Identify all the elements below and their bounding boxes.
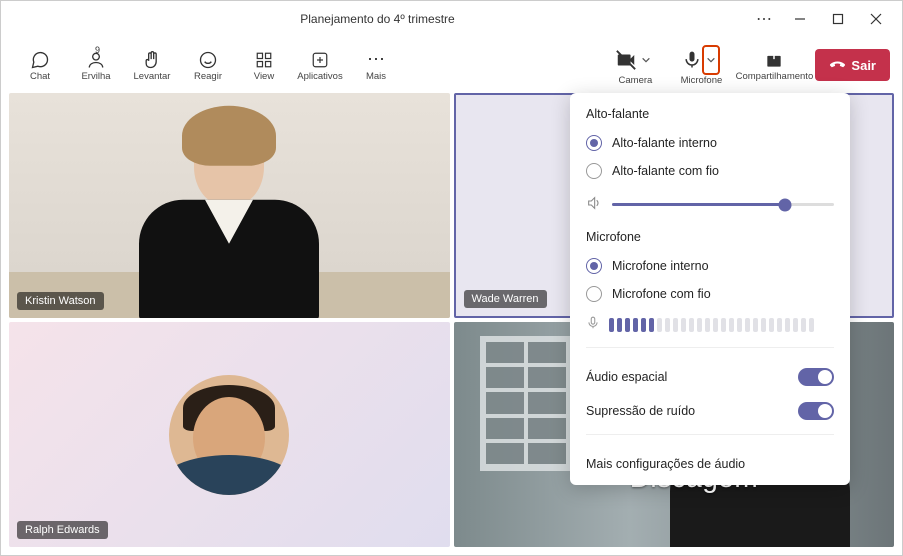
radio-selected-icon xyxy=(586,135,602,151)
chat-button[interactable]: Chat xyxy=(13,41,67,89)
people-count: 9 xyxy=(95,45,100,55)
chat-icon xyxy=(30,49,50,71)
mic-chevron[interactable] xyxy=(702,45,720,75)
share-button[interactable]: Compartilhamento xyxy=(735,41,813,89)
radio-unselected-icon xyxy=(586,163,602,179)
speaker-heading: Alto-falante xyxy=(586,107,834,121)
participant-tile[interactable]: Ralph Edwards xyxy=(9,322,450,547)
more-label: Mais xyxy=(366,71,386,82)
microphone-icon xyxy=(682,49,702,71)
chat-label: Chat xyxy=(30,71,50,82)
spatial-audio-row: Áudio espacial xyxy=(586,360,834,394)
react-label: Reagir xyxy=(194,71,222,82)
more-audio-settings[interactable]: Mais configurações de áudio xyxy=(586,447,834,473)
view-button[interactable]: View xyxy=(237,41,291,89)
people-label: Ervilha xyxy=(81,71,110,82)
emoji-icon xyxy=(198,49,218,71)
leave-label: Sair xyxy=(851,58,876,73)
meeting-toolbar: Chat 9 Ervilha Levantar Reagir View Apli… xyxy=(1,37,902,93)
option-label: Alto-falante interno xyxy=(612,136,717,150)
volume-slider[interactable] xyxy=(612,203,834,206)
apps-label: Aplicativos xyxy=(297,71,342,82)
apps-button[interactable]: Aplicativos xyxy=(293,41,347,89)
camera-chevron[interactable] xyxy=(637,45,655,75)
radio-unselected-icon xyxy=(586,286,602,302)
participant-name: Kristin Watson xyxy=(17,292,104,310)
maximize-button[interactable] xyxy=(820,5,856,33)
grid-icon xyxy=(255,49,273,71)
spatial-audio-toggle[interactable] xyxy=(798,368,834,386)
title-bar: Planejamento do 4º trimestre ⋯ xyxy=(1,1,902,37)
people-icon: 9 xyxy=(86,49,106,71)
react-button[interactable]: Reagir xyxy=(181,41,235,89)
share-icon xyxy=(764,49,784,71)
hand-icon xyxy=(142,49,162,71)
participant-tile[interactable]: Kristin Watson xyxy=(9,93,450,318)
participant-name: Wade Warren xyxy=(464,290,547,308)
leave-button[interactable]: Sair xyxy=(815,49,890,81)
mic-button[interactable]: Microfone xyxy=(669,41,733,89)
view-label: View xyxy=(254,71,274,82)
noise-label: Supressão de ruído xyxy=(586,404,695,418)
window-title: Planejamento do 4º trimestre xyxy=(9,12,746,26)
share-label: Compartilhamento xyxy=(736,71,814,82)
plus-icon xyxy=(311,49,329,71)
mic-option-wired[interactable]: Microfone com fio xyxy=(586,280,834,308)
mic-heading: Microfone xyxy=(586,230,834,244)
noise-suppression-toggle[interactable] xyxy=(798,402,834,420)
mic-option-internal[interactable]: Microfone interno xyxy=(586,252,834,280)
noise-suppression-row: Supressão de ruído xyxy=(586,394,834,428)
people-button[interactable]: 9 Ervilha xyxy=(69,41,123,89)
volume-icon xyxy=(586,195,602,214)
camera-button[interactable]: Camera xyxy=(603,41,667,89)
camera-label: Camera xyxy=(619,75,653,86)
radio-selected-icon xyxy=(586,258,602,274)
more-button[interactable]: ⋯ Mais xyxy=(349,41,403,89)
close-button[interactable] xyxy=(858,5,894,33)
microphone-icon xyxy=(586,316,600,333)
speaker-option-internal[interactable]: Alto-falante interno xyxy=(586,129,834,157)
speaker-option-wired[interactable]: Alto-falante com fio xyxy=(586,157,834,185)
minimize-button[interactable] xyxy=(782,5,818,33)
more-icon[interactable]: ⋯ xyxy=(746,5,782,33)
ellipsis-icon: ⋯ xyxy=(367,49,385,71)
camera-off-icon xyxy=(615,49,637,71)
mic-level-meter xyxy=(586,316,834,333)
raise-hand-button[interactable]: Levantar xyxy=(125,41,179,89)
phone-icon xyxy=(829,56,845,75)
raise-label: Levantar xyxy=(134,71,171,82)
option-label: Microfone interno xyxy=(612,259,709,273)
option-label: Microfone com fio xyxy=(612,287,711,301)
participant-name: Ralph Edwards xyxy=(17,521,108,539)
option-label: Alto-falante com fio xyxy=(612,164,719,178)
audio-settings-panel: Alto-falante Alto-falante interno Alto-f… xyxy=(570,93,850,485)
spatial-label: Áudio espacial xyxy=(586,370,667,384)
mic-label: Microfone xyxy=(681,75,723,86)
